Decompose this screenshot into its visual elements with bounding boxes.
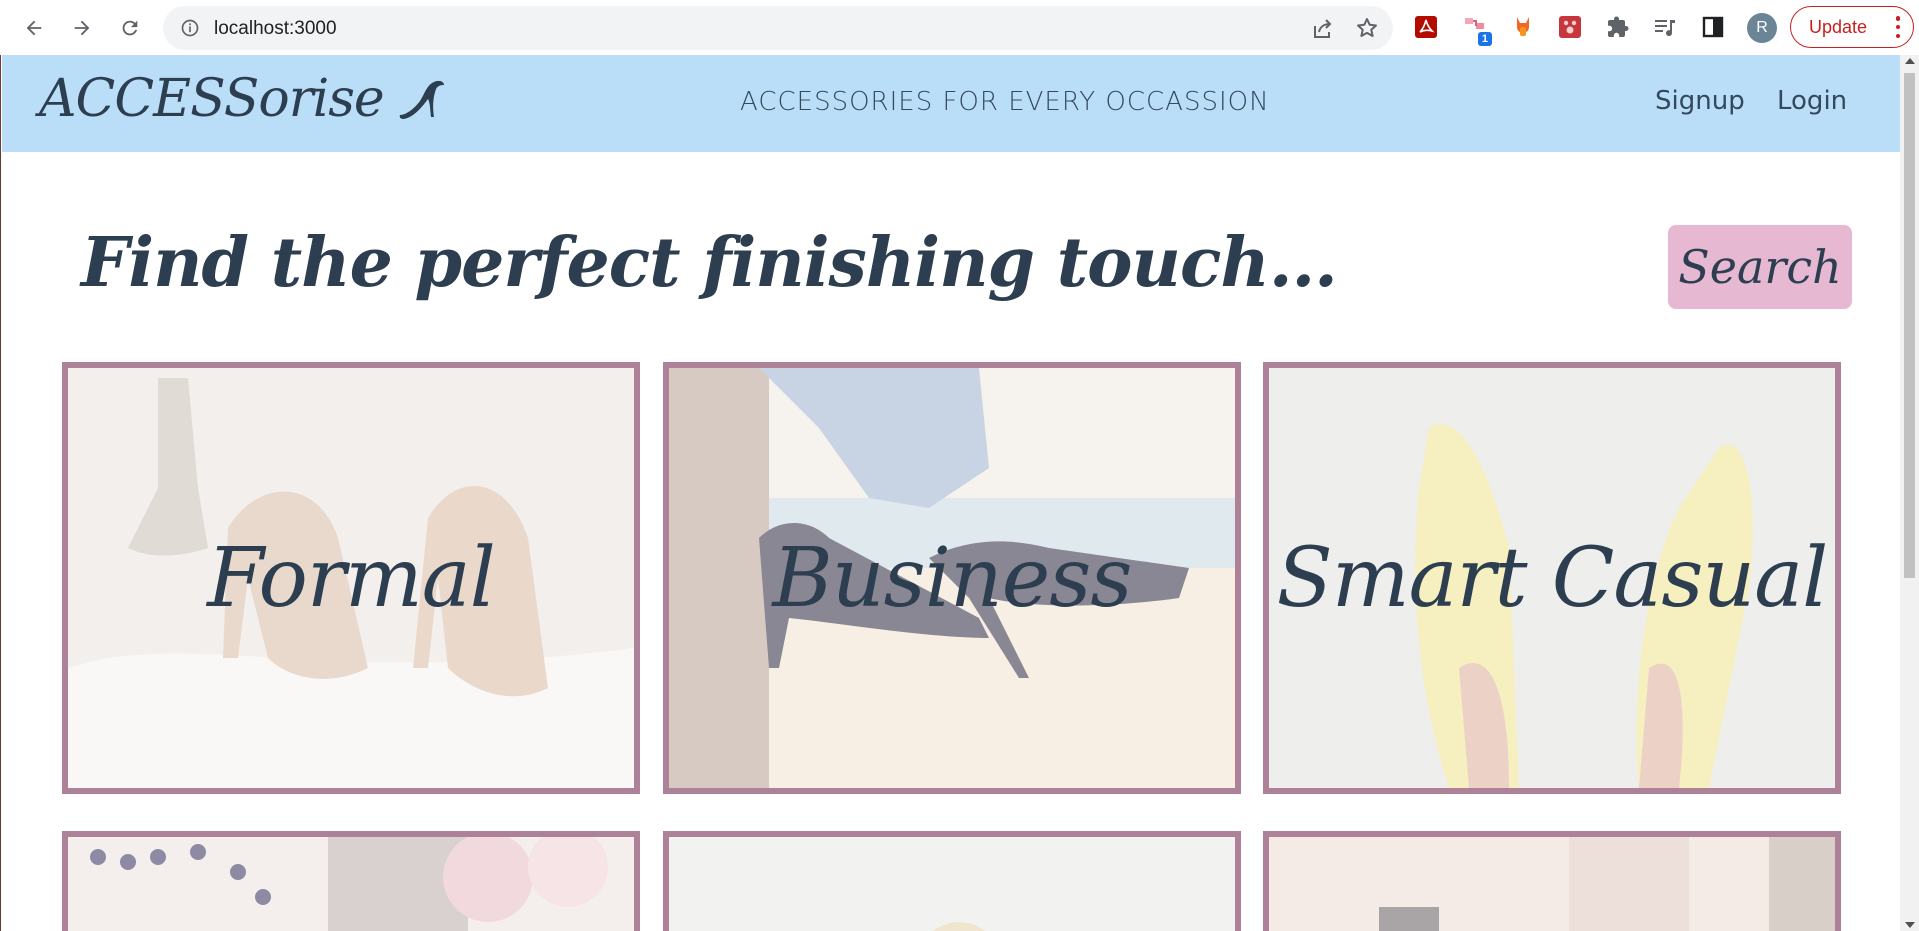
page-scrollbar[interactable] [1900, 55, 1919, 931]
extensions-button[interactable] [1605, 14, 1631, 40]
category-card-6[interactable] [1263, 831, 1841, 931]
diagram-extension[interactable]: 1 [1462, 14, 1492, 46]
category-label: Formal [207, 530, 496, 626]
more-menu-icon[interactable] [1895, 16, 1901, 38]
url-text[interactable]: localhost:3000 [214, 18, 337, 40]
info-circle-icon[interactable] [180, 18, 200, 38]
reload-icon [122, 20, 138, 36]
update-label: Update [1809, 16, 1868, 37]
jewelry-image [68, 837, 634, 931]
pdf-extension[interactable] [1413, 14, 1439, 40]
category-card-5[interactable] [663, 831, 1241, 931]
fox-extension[interactable] [1510, 14, 1536, 40]
category-card-smart-casual[interactable]: Smart Casual [1263, 362, 1841, 794]
side-panel-icon [1702, 16, 1724, 38]
arrow-left-icon [26, 20, 42, 36]
reload-button[interactable] [112, 10, 148, 46]
category-card-formal[interactable]: Formal [62, 362, 640, 794]
site-tagline: ACCESSORIES FOR EVERY OCCASSION [740, 87, 1270, 117]
side-panel-button[interactable] [1700, 14, 1726, 40]
paw-extension[interactable] [1557, 14, 1583, 40]
media-queue-icon [1655, 20, 1675, 37]
category-label: Business [772, 530, 1133, 626]
bag-image [1269, 837, 1835, 931]
back-button[interactable] [16, 10, 52, 46]
extension-badge: 1 [1477, 32, 1492, 46]
arrow-right-icon [74, 20, 90, 36]
share-icon[interactable] [1311, 17, 1335, 41]
logo-text: ACCESSorise [39, 69, 385, 129]
login-link[interactable]: Login [1777, 86, 1847, 116]
signup-link[interactable]: Signup [1655, 86, 1745, 116]
hat-image [669, 837, 1235, 931]
star-icon[interactable] [1355, 16, 1379, 40]
profile-avatar[interactable]: R [1747, 13, 1777, 43]
fox-icon [1517, 17, 1529, 36]
category-label: Smart Casual [1276, 530, 1829, 626]
search-button[interactable]: Search [1668, 225, 1852, 309]
category-card-business[interactable]: Business [663, 362, 1241, 794]
high-heel-shoe-icon [399, 80, 444, 119]
scroll-down-icon[interactable] [1905, 922, 1915, 928]
address-bar[interactable]: localhost:3000 [163, 6, 1393, 50]
browser-toolbar: localhost:3000 1 R Update [0, 0, 1919, 55]
media-queue-button[interactable] [1652, 14, 1678, 40]
pdf-icon [1415, 16, 1437, 38]
hero-title: Find the perfect finishing touch... [81, 223, 1338, 303]
page-viewport: ACCESSorise ACCESSORIES FOR EVERY OCCASS… [0, 55, 1919, 931]
update-button[interactable]: Update [1790, 6, 1914, 48]
scroll-up-icon[interactable] [1905, 58, 1915, 64]
scrollbar-thumb[interactable] [1904, 73, 1915, 578]
site-header: ACCESSorise ACCESSORIES FOR EVERY OCCASS… [2, 55, 1900, 152]
site-logo[interactable]: ACCESSorise [39, 69, 448, 129]
category-card-4[interactable] [62, 831, 640, 931]
puzzle-icon [1608, 16, 1629, 37]
forward-button[interactable] [64, 10, 100, 46]
paw-icon [1559, 16, 1581, 38]
